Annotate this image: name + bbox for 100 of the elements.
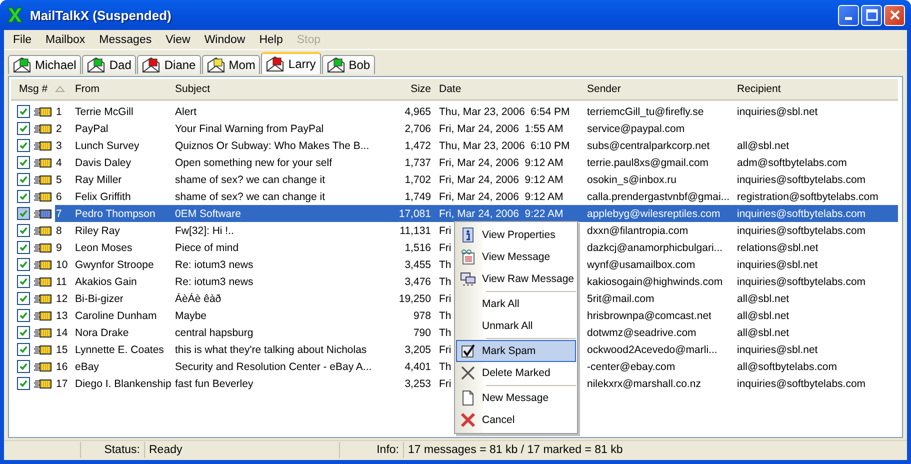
column-header[interactable]: Msg # xyxy=(15,83,71,95)
table-cell-text: inquiries@softbytelabs.com xyxy=(736,276,866,288)
table-cell: 4 xyxy=(56,156,62,168)
menu-item[interactable]: Cancel xyxy=(456,409,576,431)
table-cell-text: Th xyxy=(438,258,452,270)
checkbox[interactable] xyxy=(17,139,30,152)
column-header[interactable]: Date xyxy=(435,83,583,95)
selected-row[interactable]: 7 Pedro Thompson 0EM Software 17,081 Fri, Mar 24, 2006 9:22 AM applebyg@wilesreptiles.com inquiries@softbytelabs.com xyxy=(15,205,898,222)
message-icon xyxy=(34,276,52,286)
table-cell-text: inquiries@softbytelabs.com xyxy=(736,378,866,390)
info-icon xyxy=(460,227,476,243)
column-header[interactable]: Size xyxy=(387,83,435,95)
checkbox[interactable] xyxy=(17,377,30,390)
checkbox[interactable] xyxy=(17,190,30,203)
table-cell: 9 xyxy=(56,242,62,254)
mailbox-tab[interactable]: Michael xyxy=(8,55,82,74)
table-cell-text: Open something new for your self xyxy=(174,156,332,168)
table-cell-text: shame of sex? we can change it xyxy=(174,190,326,202)
mailbox-tab[interactable]: Mom xyxy=(202,55,260,74)
table-cell-text: Fri, Mar 24, 2006 9:12 AM xyxy=(438,156,564,168)
table-cell-text: PayPal xyxy=(74,122,108,134)
message-icon xyxy=(34,106,52,116)
menu-item[interactable]: View xyxy=(158,34,198,46)
message-icon xyxy=(34,310,52,320)
table-cell-text: 1,516 xyxy=(404,242,432,254)
table-cell-text: Fri, Mar 24, 2006 1:55 AM xyxy=(438,122,564,134)
menu-item[interactable]: Unmark All xyxy=(456,315,576,337)
maximize-button[interactable] xyxy=(861,4,882,26)
menu-item[interactable]: View Message xyxy=(456,246,576,268)
menu-item[interactable]: Window xyxy=(197,34,252,46)
menu-item[interactable]: Mark All xyxy=(456,293,576,315)
table-cell-text: eBay xyxy=(74,360,99,372)
menu-item[interactable]: Help xyxy=(252,34,290,46)
table-cell: 7 xyxy=(56,208,62,220)
message-icon xyxy=(34,208,52,218)
checkbox[interactable] xyxy=(17,326,30,339)
table-cell-text: inquiries@sbl.net xyxy=(736,106,818,118)
mailbox-tab[interactable]: Larry xyxy=(261,52,321,74)
checkbox[interactable] xyxy=(17,207,30,220)
checkbox[interactable] xyxy=(17,224,30,237)
status-text: Ready xyxy=(145,442,340,458)
checkbox[interactable] xyxy=(17,275,30,288)
minimize-button[interactable] xyxy=(838,4,859,26)
cancel-icon xyxy=(460,412,476,428)
envelope-icon xyxy=(13,57,31,73)
checkbox[interactable] xyxy=(17,258,30,271)
table-cell-text: inquiries@sbl.net xyxy=(736,344,818,356)
table-cell-text: dxxn@filantropia.com xyxy=(586,224,688,236)
close-button[interactable] xyxy=(884,4,905,26)
column-header[interactable]: Subject xyxy=(171,83,387,95)
table-cell-text: Piece of mind xyxy=(174,242,239,254)
table-cell-text: Re: iotum3 news xyxy=(174,258,254,270)
message-icon xyxy=(34,378,52,388)
table-cell-text: Diego I. Blankenship xyxy=(74,378,172,390)
checkbox[interactable] xyxy=(17,360,30,373)
table-cell-text: Th xyxy=(438,310,452,322)
menu-item[interactable]: Mark Spam xyxy=(456,340,576,362)
table-cell-text: Leon Moses xyxy=(74,242,132,254)
table-cell: 5 xyxy=(56,174,62,186)
document-icon xyxy=(460,249,476,265)
table-cell-text: all@sbl.net xyxy=(736,326,790,338)
checkbox[interactable] xyxy=(17,241,30,254)
checkbox[interactable] xyxy=(17,156,30,169)
checkbox[interactable] xyxy=(17,292,30,305)
table-cell-text: 4,965 xyxy=(404,106,432,118)
table-cell-text: 0EM Software xyxy=(174,208,241,220)
mailbox-tab[interactable]: Bob xyxy=(322,55,376,74)
table-cell: 8 xyxy=(56,224,62,236)
menu-item[interactable]: View Raw Message xyxy=(456,268,576,290)
mailbox-tab[interactable]: Diane xyxy=(137,55,201,74)
menu-item[interactable]: Messages xyxy=(92,34,159,46)
checkbox[interactable] xyxy=(17,122,30,135)
table-cell-text: Security and Resolution Center - eBay A... xyxy=(174,360,372,372)
message-icon xyxy=(34,192,52,202)
delete-icon xyxy=(460,365,476,381)
info-text: 17 messages = 81 kb / 17 marked = 81 kb xyxy=(407,443,624,458)
column-header[interactable]: Sender xyxy=(583,83,733,95)
column-header[interactable]: Recipient xyxy=(733,83,898,95)
checkbox[interactable] xyxy=(17,309,30,322)
envelope-icon xyxy=(326,57,345,73)
new-document-icon xyxy=(460,390,476,406)
checkbox[interactable] xyxy=(17,343,30,356)
table-cell-text: 11,131 xyxy=(398,224,432,236)
menu-item[interactable]: New Message xyxy=(456,387,576,409)
table-cell-text: Thu, Mar 23, 2006 6:54 PM xyxy=(438,106,570,118)
table-cell-text: Th xyxy=(438,276,452,288)
table-cell-text: kakiosogain@highwinds.com xyxy=(586,276,723,288)
menu-item[interactable]: View Properties xyxy=(456,224,576,246)
menu-item[interactable]: Delete Marked xyxy=(456,362,576,384)
table-cell-text: Th xyxy=(438,360,452,372)
column-header[interactable]: From xyxy=(71,83,171,95)
checkbox[interactable] xyxy=(17,173,30,186)
table-cell-text: Gwynfor Stroope xyxy=(74,258,154,270)
menu-item[interactable]: Mailbox xyxy=(38,34,92,46)
table-cell-text: Your Final Warning from PayPal xyxy=(174,122,324,134)
menu-item[interactable]: File xyxy=(6,34,39,46)
checkbox[interactable] xyxy=(17,105,30,118)
table-cell-text: ÁèÁè êàð xyxy=(174,292,222,304)
table-cell-text: applebyg@wilesreptiles.com xyxy=(586,208,720,220)
mailbox-tab[interactable]: Dad xyxy=(82,55,136,74)
